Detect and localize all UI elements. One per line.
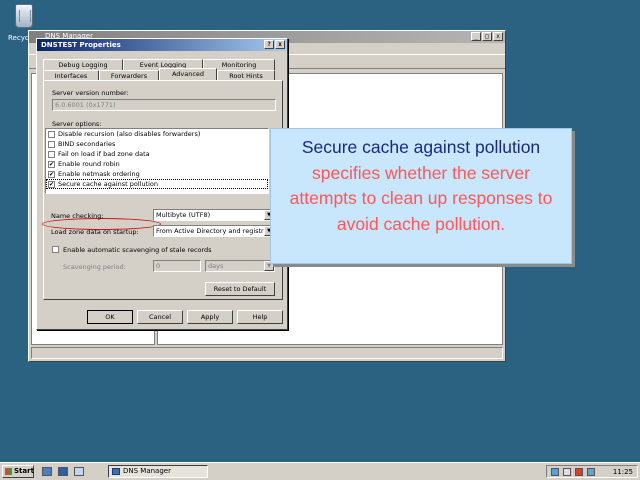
dialog-titlebar: DNSTEST Properties ? x: [37, 39, 287, 51]
reset-to-default-button[interactable]: Reset to Default: [205, 282, 275, 296]
apply-button[interactable]: Apply: [187, 310, 233, 324]
option-label: Disable recursion (also disables forward…: [58, 130, 201, 138]
server-version-label: Server version number:: [52, 89, 129, 97]
dialog-close-button[interactable]: x: [275, 40, 285, 49]
taskbar: Start DNS Manager 11:25: [0, 462, 640, 480]
name-checking-label: Name checking:: [51, 212, 104, 220]
taskbar-item-dns-manager[interactable]: DNS Manager: [108, 465, 208, 478]
scavenging-period-field: 0: [153, 260, 201, 272]
system-tray: 11:25: [546, 465, 638, 478]
server-options-list[interactable]: Disable recursion (also disables forward…: [45, 128, 269, 194]
task-label: DNS Manager: [123, 467, 171, 475]
help-title-button[interactable]: ?: [264, 40, 274, 49]
tab-debug-logging[interactable]: Debug Logging: [43, 59, 123, 70]
option-round-robin[interactable]: ✔ Enable round robin: [46, 159, 268, 169]
name-checking-select[interactable]: Multibyte (UTF8) ▼: [153, 209, 275, 221]
option-disable-recursion[interactable]: Disable recursion (also disables forward…: [46, 129, 268, 139]
option-label: Enable round robin: [58, 160, 120, 168]
callout-text: specifies whether the server attempts to…: [289, 162, 553, 234]
close-button[interactable]: x: [493, 32, 503, 41]
option-label: Fail on load if bad zone data: [58, 150, 150, 158]
option-bind-secondaries[interactable]: BIND secondaries: [46, 139, 268, 149]
checkmark-icon[interactable]: ✔: [48, 161, 55, 168]
checkmark-icon[interactable]: ✔: [48, 171, 55, 178]
option-label: BIND secondaries: [58, 140, 116, 148]
display-icon[interactable]: [587, 468, 595, 476]
trash-icon: [15, 4, 33, 28]
mmc-statusbar: [31, 347, 503, 359]
server-options-label: Server options:: [52, 120, 102, 128]
dialog-title: DNSTEST Properties: [41, 41, 121, 49]
scavenging-unit-value: days: [208, 262, 224, 270]
maximize-button[interactable]: □: [482, 32, 492, 41]
name-checking-value: Multibyte (UTF8): [156, 211, 211, 219]
alert-icon[interactable]: [575, 468, 583, 476]
help-button[interactable]: Help: [237, 310, 283, 324]
windows-logo-icon: [5, 468, 12, 475]
volume-icon[interactable]: [563, 468, 571, 476]
scavenging-checkbox[interactable]: [52, 246, 59, 253]
load-zone-select[interactable]: From Active Directory and registry ▼: [153, 225, 275, 237]
show-desktop-icon[interactable]: [74, 467, 84, 476]
scavenging-unit-select: days ▼: [205, 260, 275, 272]
minimize-button[interactable]: _: [471, 32, 481, 41]
callout-emphasis: Secure cache against pollution: [301, 137, 541, 157]
option-label: Secure cache against pollution: [58, 180, 159, 188]
server-version-field: 6.0.6001 (0x1771): [52, 99, 276, 111]
option-netmask-ordering[interactable]: ✔ Enable netmask ordering: [46, 169, 268, 179]
start-label: Start: [14, 467, 34, 475]
server-manager-icon[interactable]: [42, 467, 52, 476]
option-secure-cache[interactable]: ✔ Secure cache against pollution: [46, 179, 268, 189]
cancel-button[interactable]: Cancel: [137, 310, 183, 324]
checkbox-icon[interactable]: [48, 151, 55, 158]
checkbox-icon[interactable]: [48, 131, 55, 138]
option-label: Enable netmask ordering: [58, 170, 140, 178]
tutorial-callout: Secure cache against pollution specifies…: [270, 128, 572, 264]
checkbox-icon[interactable]: [48, 141, 55, 148]
properties-dialog: DNSTEST Properties ? x Debug Logging Eve…: [36, 38, 288, 330]
clock[interactable]: 11:25: [613, 467, 633, 477]
load-zone-label: Load zone data on startup:: [51, 228, 139, 236]
start-button[interactable]: Start: [2, 465, 34, 478]
ok-button[interactable]: OK: [87, 310, 133, 324]
option-fail-on-load[interactable]: Fail on load if bad zone data: [46, 149, 268, 159]
checkmark-icon[interactable]: ✔: [48, 181, 55, 188]
dns-icon: [112, 468, 120, 475]
load-zone-value: From Active Directory and registry: [156, 227, 268, 235]
scavenging-period-label: Scavenging period:: [63, 263, 126, 271]
scavenging-label: Enable automatic scavenging of stale rec…: [63, 246, 212, 254]
network-icon[interactable]: [551, 468, 559, 476]
powershell-icon[interactable]: [58, 467, 68, 476]
